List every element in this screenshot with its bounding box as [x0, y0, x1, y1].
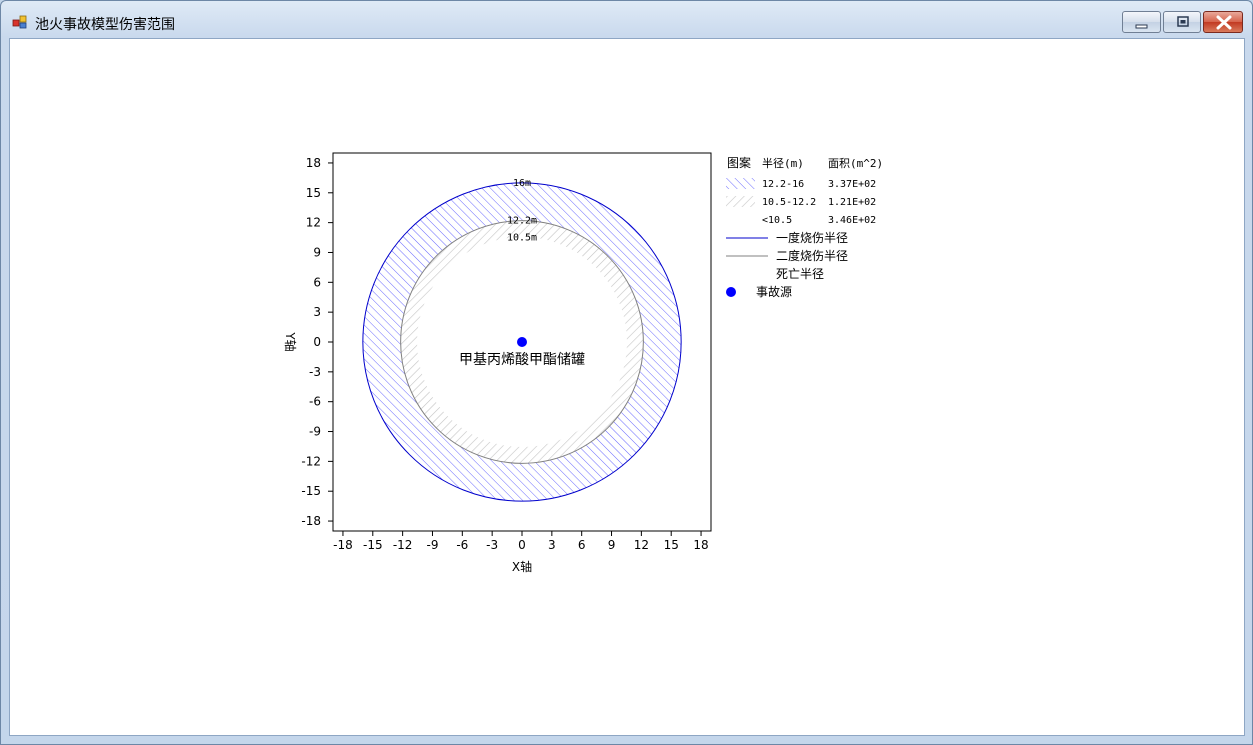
minimize-button[interactable]	[1122, 11, 1161, 33]
x-tick-label: 15	[664, 538, 679, 552]
x-tick-label: -9	[426, 538, 438, 552]
legend-label-death: 死亡半径	[776, 267, 824, 281]
radius-label-3: 10.5m	[507, 233, 537, 244]
radius-label-1: 16m	[513, 178, 531, 189]
window-title: 池火事故模型伤害范围	[35, 17, 175, 33]
x-tick-label: 3	[548, 538, 556, 552]
legend-zone-1-range: 12.2-16	[762, 179, 804, 190]
y-tick-label: -9	[309, 425, 321, 439]
y-tick-label: -18	[301, 514, 321, 528]
accident-source-marker	[517, 337, 527, 347]
legend: 图案 半径(m) 面积(m^2) 12.2-16 3.37E+02 10.5-1…	[726, 155, 883, 299]
y-tick-label: 0	[313, 335, 321, 349]
radius-label-2: 12.2m	[507, 216, 537, 227]
legend-swatch-blue-hatch	[726, 178, 755, 189]
title-bar[interactable]: 池火事故模型伤害范围	[1, 1, 1252, 38]
chart-client-area: 16m 12.2m 10.5m 甲基丙烯酸甲酯储罐 X轴 Y轴 -18 -15 -12 -9…	[9, 38, 1245, 736]
y-tick-label: 18	[306, 156, 321, 170]
minimize-icon	[1135, 24, 1148, 29]
close-button[interactable]	[1203, 11, 1243, 33]
y-tick-label: 3	[313, 305, 321, 319]
legend-zone-2-range: 10.5-12.2	[762, 197, 816, 208]
y-tick-label: -12	[301, 454, 321, 468]
x-tick-label: 18	[693, 538, 708, 552]
x-axis-label: X轴	[512, 559, 532, 574]
legend-label-first-degree: 一度烧伤半径	[776, 230, 848, 245]
y-tick-label: -6	[309, 395, 321, 409]
x-tick-label: 12	[634, 538, 649, 552]
legend-label-second-degree: 二度烧伤半径	[776, 248, 848, 263]
x-tick-label: 9	[608, 538, 616, 552]
app-window: 池火事故模型伤害范围 16m 12.2m 10.5m 甲基丙烯酸甲酯储罐 X轴 …	[0, 0, 1253, 745]
x-tick-label: -6	[456, 538, 468, 552]
legend-header-radius: 半径(m)	[762, 156, 804, 170]
damage-range-chart: 16m 12.2m 10.5m 甲基丙烯酸甲酯储罐 X轴 Y轴 -18 -15 -12 -9…	[283, 152, 883, 574]
legend-swatch-gray-hatch	[726, 196, 755, 207]
restore-icon	[1177, 16, 1189, 27]
legend-label-source: 事故源	[756, 284, 792, 299]
y-tick-label: -15	[301, 484, 321, 498]
x-tick-label: -15	[363, 538, 383, 552]
app-icon	[12, 14, 28, 30]
accident-source-label: 甲基丙烯酸甲酯储罐	[459, 351, 585, 368]
legend-header-area: 面积(m^2)	[828, 157, 883, 170]
legend-zone-3-range: <10.5	[762, 215, 792, 226]
legend-header-pattern: 图案	[727, 155, 751, 170]
legend-source-marker	[726, 287, 736, 297]
y-tick-label: -3	[309, 365, 321, 379]
y-tick-label: 15	[306, 186, 321, 200]
x-tick-label: 0	[518, 538, 526, 552]
close-icon	[1216, 15, 1232, 30]
x-tick-label: 6	[578, 538, 586, 552]
y-tick-label: 9	[313, 245, 321, 259]
legend-zone-2-area: 1.21E+02	[828, 197, 876, 208]
maximize-button[interactable]	[1163, 11, 1201, 33]
legend-zone-1-area: 3.37E+02	[828, 179, 876, 190]
y-axis-label: Y轴	[283, 331, 298, 351]
y-tick-label: 6	[313, 275, 321, 289]
x-tick-label: -3	[486, 538, 498, 552]
x-tick-label: -12	[393, 538, 413, 552]
legend-zone-3-area: 3.46E+02	[828, 215, 876, 226]
plot-layer: 16m 12.2m 10.5m 甲基丙烯酸甲酯储罐	[362, 178, 682, 502]
y-tick-label: 12	[306, 216, 321, 230]
x-tick-label: -18	[333, 538, 353, 552]
